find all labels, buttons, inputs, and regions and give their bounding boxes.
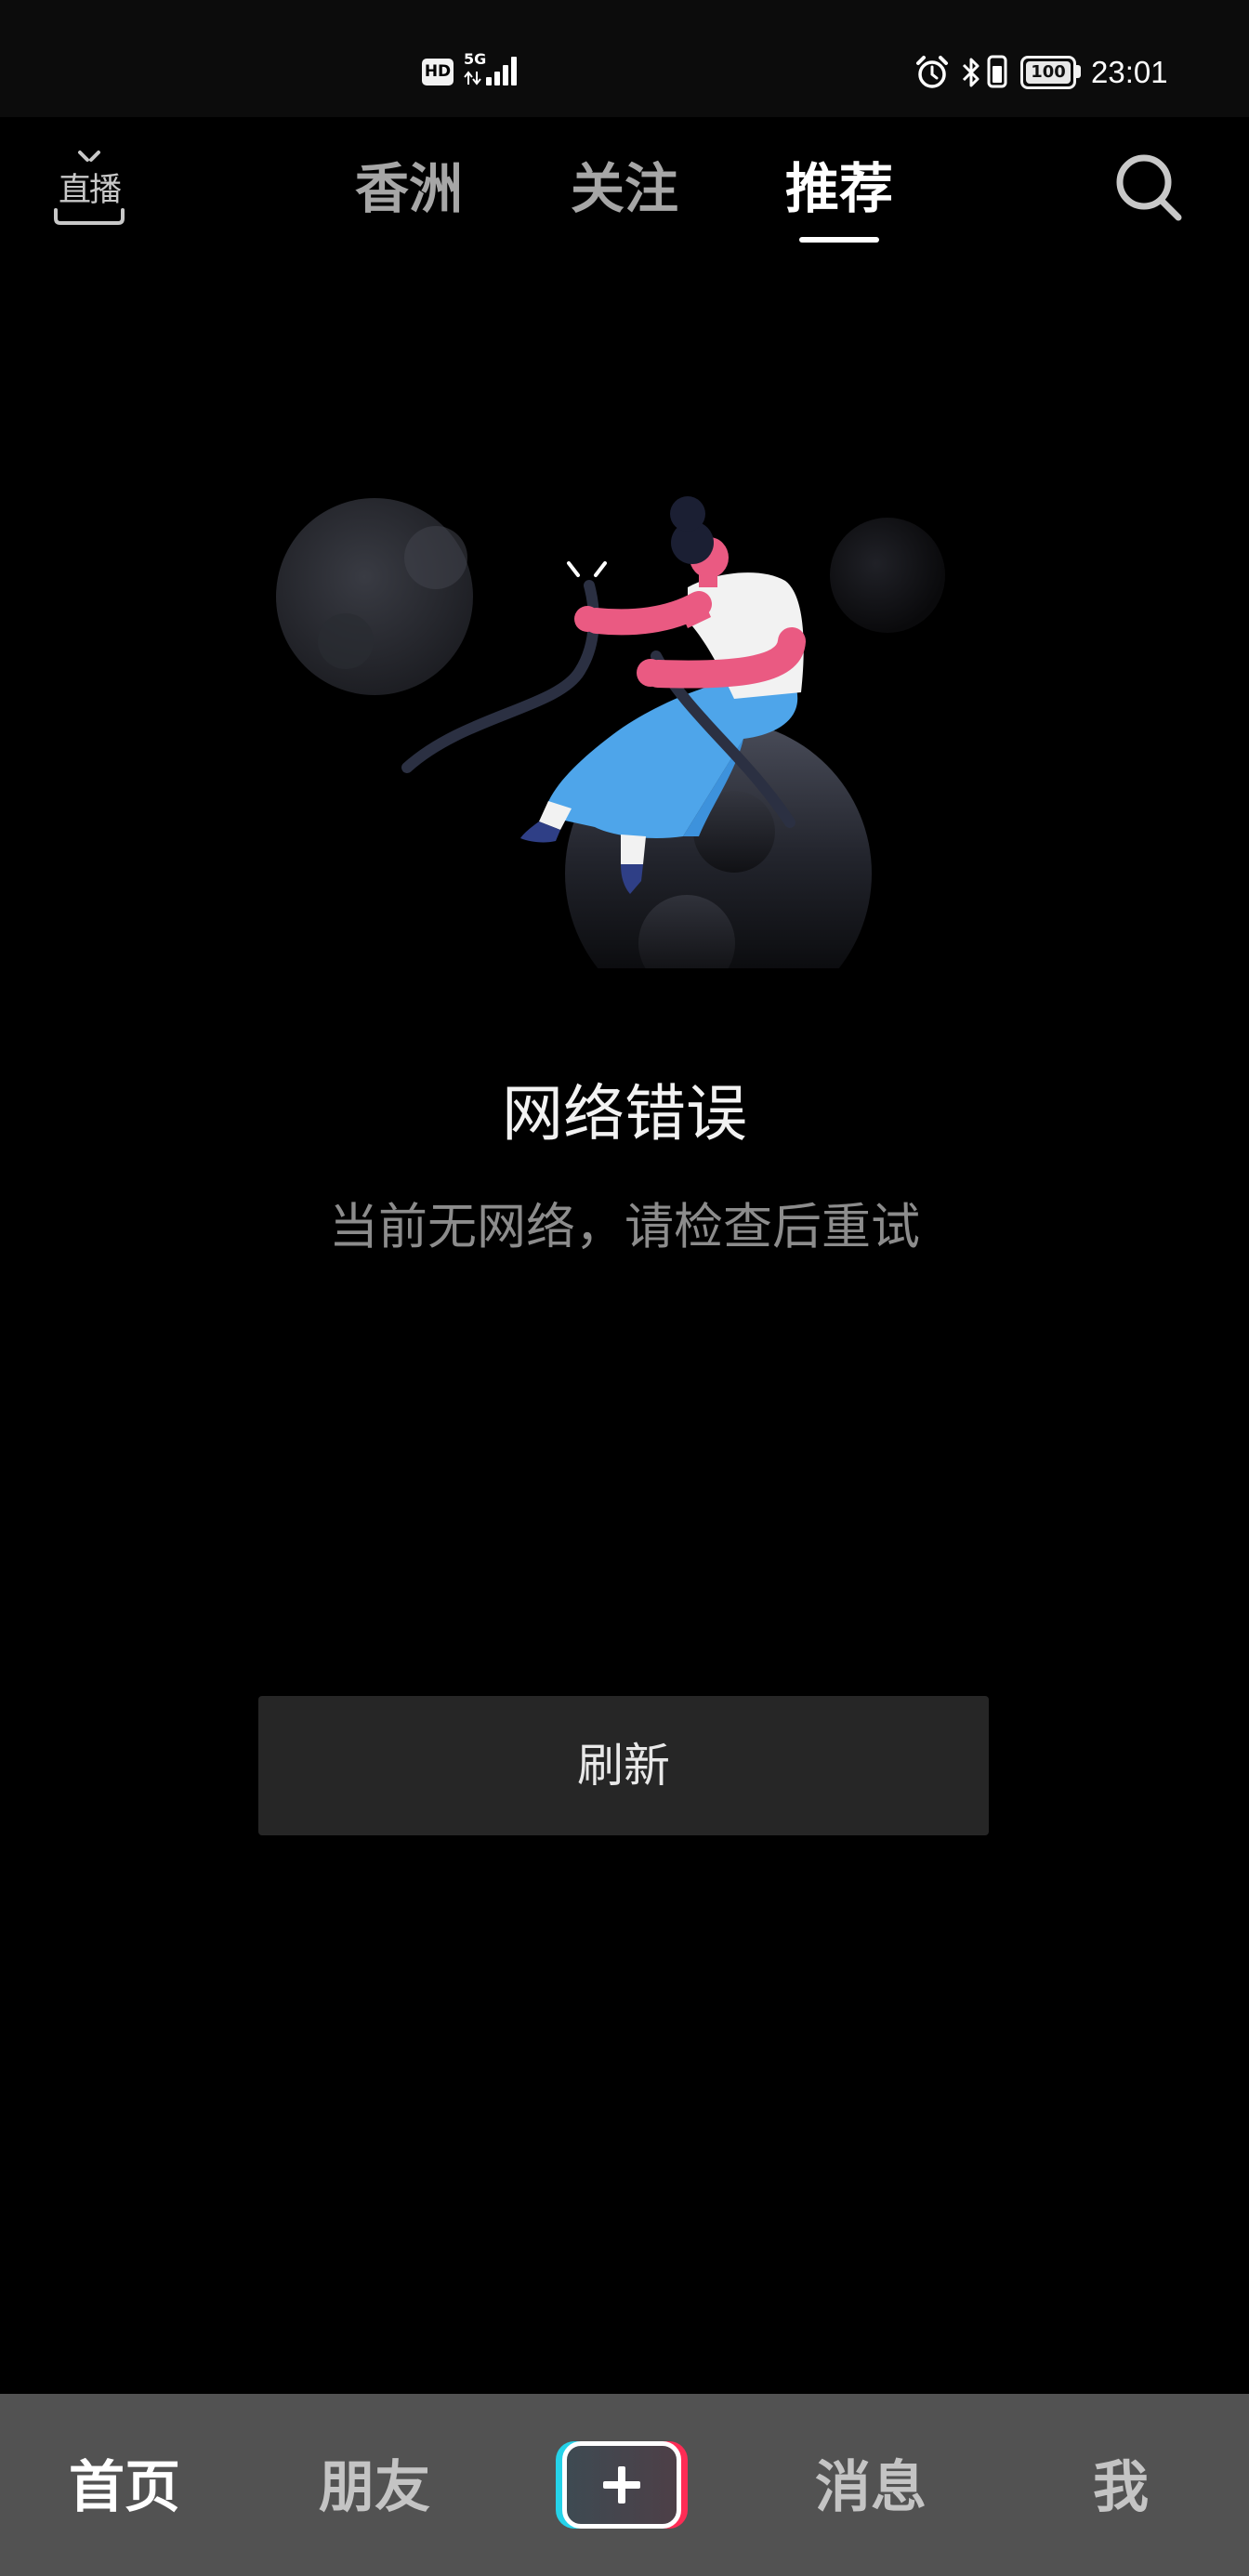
battery-icon: 100 [1020,56,1076,89]
tab-local[interactable]: 香洲 [316,149,502,245]
create-button[interactable] [556,2441,688,2529]
live-button[interactable]: 直播 [52,149,126,227]
tab-active-indicator [799,237,879,243]
hd-badge: HD [422,59,454,85]
battery-level: 100 [1026,61,1071,84]
tab-label: 关注 [570,157,678,220]
tab-following[interactable]: 关注 [532,149,717,245]
tab-recommended[interactable]: 推荐 [746,149,932,245]
vibrate-icon [987,55,1007,88]
network-type-label: 5G [464,50,487,68]
bottom-nav: 首页 朋友 消息 我 [0,2394,1249,2576]
signal-strength-icon [484,56,521,85]
refresh-button[interactable]: 刷新 [258,1696,989,1835]
data-activity-icon [464,71,481,85]
nav-messages[interactable]: 消息 [769,2444,973,2531]
nav-home[interactable]: 首页 [22,2444,227,2531]
error-message: 当前无网络，请检查后重试 [329,1199,920,1255]
battery-tip [1076,65,1081,78]
search-icon [1116,154,1182,221]
tab-label: 香洲 [354,157,463,220]
network-error-illustration [276,496,945,968]
status-time: 23:01 [1091,55,1168,89]
app-screen: HD 5G 100 23:01 直播 香洲 关注 推荐 网络错误 当前无网络，请… [0,0,1249,2576]
live-label: 直播 [58,172,122,209]
alarm-icon [916,56,948,88]
tab-label: 推荐 [784,157,893,220]
status-bar: HD 5G 100 23:01 [0,0,1249,117]
search-button[interactable] [1111,149,1186,227]
bluetooth-icon [962,58,979,87]
error-title: 网络错误 [502,1078,747,1150]
left-planet [276,498,473,695]
right-planet [830,518,945,633]
nav-me[interactable]: 我 [1019,2444,1223,2531]
nav-friends[interactable]: 朋友 [272,2444,477,2531]
